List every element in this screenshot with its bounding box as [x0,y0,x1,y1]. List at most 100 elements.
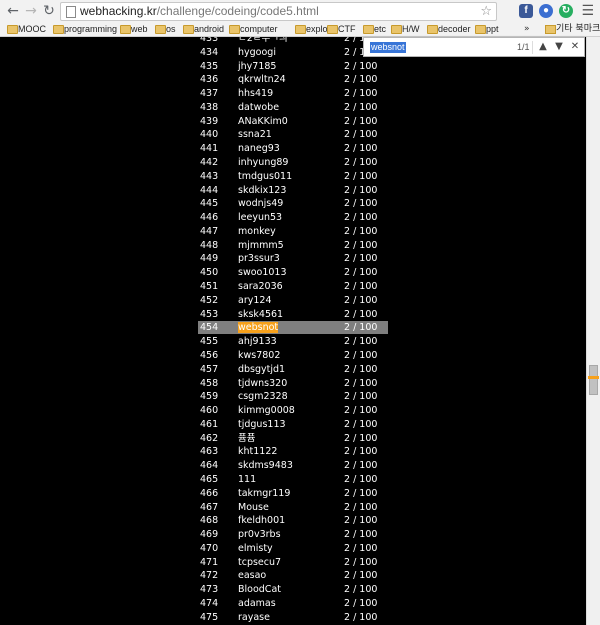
bookmark-ctf[interactable]: CTF [326,23,356,36]
rank-number: 461 [200,418,219,430]
score: 2 / 100 [344,418,378,430]
reload-icon[interactable]: ↻ [40,2,58,20]
user-name: ahj9133 [238,335,277,348]
bookmark-ppt[interactable]: ppt [474,23,499,36]
address-bar[interactable]: webhacking.kr/challenge/codeing/code5.ht… [60,2,497,21]
user-name-text: ANaKKim0 [238,115,288,127]
bookmark-android[interactable]: android [182,23,224,36]
user-name: wodnjs49 [238,197,283,210]
score: 2 / 100 [344,198,378,210]
rank-number: 436 [200,74,219,86]
bookmark-other[interactable]: 기타 북마크 [544,23,600,36]
score: 2 / 100 [344,267,378,279]
user-name: datwobe [238,101,279,114]
bookmark-decoder[interactable]: decoder [426,23,471,36]
table-row: 475 rayase 2 / 100 [198,611,388,624]
table-row: 451 sara2036 2 / 100 [198,280,388,293]
user-name: Mouse [238,501,269,514]
table-row: 444 skdkix123 2 / 100 [198,184,388,197]
bookmark-star-icon[interactable]: ☆ [480,3,492,20]
score: 2 / 100 [344,225,378,237]
score: 2 / 100 [344,529,378,541]
rank-number: 439 [200,115,219,127]
bookmark-programming[interactable]: programming [52,23,117,36]
find-close-icon[interactable]: ✕ [567,39,583,55]
table-row: 449 pr3ssur3 2 / 100 [198,252,388,265]
bookmark-etc[interactable]: etc [362,23,386,36]
rank-number: 440 [200,129,219,141]
url-host: webhacking.kr [80,4,157,18]
user-name: websnot [238,321,279,334]
green-extension-icon[interactable]: ↻ [559,4,573,18]
user-name: jhy7185 [238,60,276,73]
user-name: tmdgus011 [238,170,292,183]
table-row: 474 adamas 2 / 100 [198,597,388,610]
rank-number: 450 [200,267,219,279]
forward-icon[interactable]: → [22,2,40,20]
table-row: 466 takmgr119 2 / 100 [198,487,388,500]
bookmarks-more-chevron[interactable]: » [524,23,530,36]
table-row: 457 dbsgytjd1 2 / 100 [198,363,388,376]
user-name: naneg93 [238,142,280,155]
table-row: 440 ssna21 2 / 100 [198,128,388,141]
user-name-text: dbsgytjd1 [238,363,286,375]
table-row: 434 hygoogi 2 / 100 [198,46,388,59]
user-name: ㄷ2ㄹ두ㄱ긔 [238,37,288,45]
table-row-highlighted: 454 websnot 2 / 100 [198,321,388,335]
table-row: 453 sksk4561 2 / 100 [198,308,388,321]
rank-number: 453 [200,308,219,320]
score: 2 / 100 [344,405,378,417]
rank-number: 464 [200,460,219,472]
find-match-count: 1/1 [517,42,530,52]
table-row: 436 qkrwltn24 2 / 100 [198,73,388,86]
user-name-text: kws7802 [238,349,281,361]
user-name: tjdgus113 [238,418,286,431]
bookmark-web[interactable]: web [119,23,148,36]
rank-number: 449 [200,253,219,265]
bookmark-os[interactable]: os [154,23,176,36]
table-row: 465 111 2 / 100 [198,473,388,486]
globe-extension-icon[interactable]: ● [539,4,553,18]
user-name-text: hygoogi [238,46,276,58]
score: 2 / 100 [344,101,378,113]
table-row: 471 tcpsecu7 2 / 100 [198,556,388,569]
scroll-thumb[interactable] [589,365,598,395]
user-name-text: BloodCat [238,584,281,596]
menu-icon[interactable]: ☰ [581,2,594,20]
score: 2 / 100 [344,322,378,334]
score: 2 / 100 [344,308,378,320]
find-result-marker [588,376,599,379]
bookmark-mooc[interactable]: MOOC [6,23,46,36]
user-name: tcpsecu7 [238,556,281,569]
user-name-text: 퓸퓸 [238,432,256,444]
table-row: 464 skdms9483 2 / 100 [198,459,388,472]
user-name-text: tmdgus011 [238,170,293,182]
user-name-text: skdms9483 [238,460,293,472]
user-name: swoo1013 [238,266,287,279]
table-row: 450 swoo1013 2 / 100 [198,266,388,279]
find-next-icon[interactable]: ▼ [551,39,567,55]
score: 2 / 100 [344,363,378,375]
table-row: 470 elmisty 2 / 100 [198,542,388,555]
find-previous-icon[interactable]: ▲ [535,39,551,55]
bookmark-computer[interactable]: computer [228,23,278,36]
score: 2 / 100 [344,391,378,403]
rank-number: 455 [200,336,219,348]
user-name-text: pr0v3rbs [238,529,281,541]
table-row: 437 hhs419 2 / 100 [198,87,388,100]
url-path: /challenge/codeing/code5.html [156,4,319,18]
user-name: kimmg0008 [238,404,295,417]
vertical-scrollbar[interactable] [586,37,600,625]
user-name-text: ssna21 [238,129,272,141]
user-name: hygoogi [238,46,276,59]
user-name-text: ㄷ2ㄹ두ㄱ긔 [238,37,288,44]
facebook-extension-icon[interactable]: f [519,4,533,18]
score: 2 / 100 [344,446,378,458]
table-row: 460 kimmg0008 2 / 100 [198,404,388,417]
user-name-text: kht1122 [238,446,278,458]
score: 2 / 100 [344,253,378,265]
table-row: 452 ary124 2 / 100 [198,294,388,307]
user-name-text: csgm2328 [238,391,288,403]
bookmark-hw[interactable]: H/W [390,23,420,36]
back-icon[interactable]: ← [4,2,22,20]
